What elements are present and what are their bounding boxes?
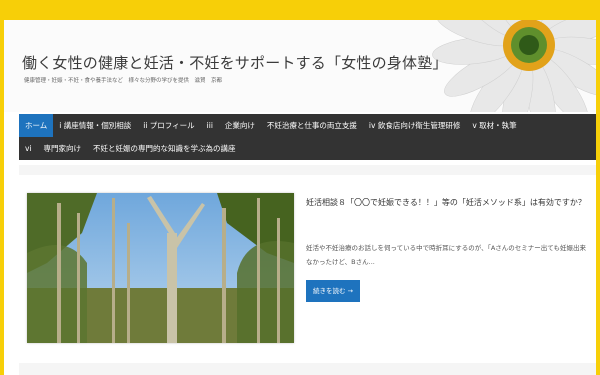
nav-item-iii[interactable]: iii (201, 114, 219, 137)
nav-item-profile[interactable]: ii プロフィール (137, 114, 200, 137)
nav-item-media[interactable]: v 取材・執筆 (466, 114, 522, 137)
nav-item-expert-course[interactable]: 不妊と妊娠の専門的な知識を学ぶ為の講座 (87, 137, 242, 160)
post-card: 妊活相談８「〇〇で妊娠できる！！」等の「妊活メソッド系」は有効ですか？ 妊活や不… (19, 175, 596, 363)
content-area: 妊活相談８「〇〇で妊娠できる！！」等の「妊活メソッド系」は有効ですか？ 妊活や不… (19, 165, 596, 375)
nav-row-2: vi 専門家向け 不妊と妊娠の専門的な知識を学ぶ為の講座 (19, 137, 242, 160)
site-title[interactable]: 働く女性の健康と妊活・不妊をサポートする「女性の身体塾」 (22, 52, 448, 73)
page: 働く女性の健康と妊活・不妊をサポートする「女性の身体塾」 健康管理・妊娠・不妊・… (4, 20, 596, 375)
site-description: 健康管理・妊娠・不妊・食や養手法など 様々な分野の学びを提供 滋賀 京都 (24, 78, 223, 84)
nav-row-1: ホーム i 講座情報・個別相談 ii プロフィール iii 企業向け 不妊治療と… (19, 114, 523, 137)
nav-item-hygiene-training[interactable]: iv 飲食店向け衛生管理研修 (363, 114, 466, 137)
nav-item-home[interactable]: ホーム (19, 114, 54, 137)
nav-item-professionals[interactable]: 専門家向け (38, 137, 88, 160)
post-excerpt: 妊活や不妊治療のお話しを伺っている中で時折耳にするのが、「Aさんのセミナー出ても… (306, 244, 586, 266)
nav-item-work-support[interactable]: 不妊治療と仕事の両立支援 (261, 114, 363, 137)
nav-item-corporate[interactable]: 企業向け (219, 114, 261, 137)
forest-image (27, 193, 294, 343)
post-title[interactable]: 妊活相談８「〇〇で妊娠できる！！」等の「妊活メソッド系」は有効ですか？ (306, 195, 586, 211)
post-thumbnail[interactable] (27, 193, 294, 343)
read-more-button[interactable]: 続きを読む → (306, 280, 360, 302)
site-header: 働く女性の健康と妊活・不妊をサポートする「女性の身体塾」 健康管理・妊娠・不妊・… (4, 20, 596, 112)
main-navigation: ホーム i 講座情報・個別相談 ii プロフィール iii 企業向け 不妊治療と… (19, 114, 596, 160)
nav-item-courses[interactable]: i 講座情報・個別相談 (53, 114, 137, 137)
nav-item-vi[interactable]: vi (19, 137, 38, 160)
